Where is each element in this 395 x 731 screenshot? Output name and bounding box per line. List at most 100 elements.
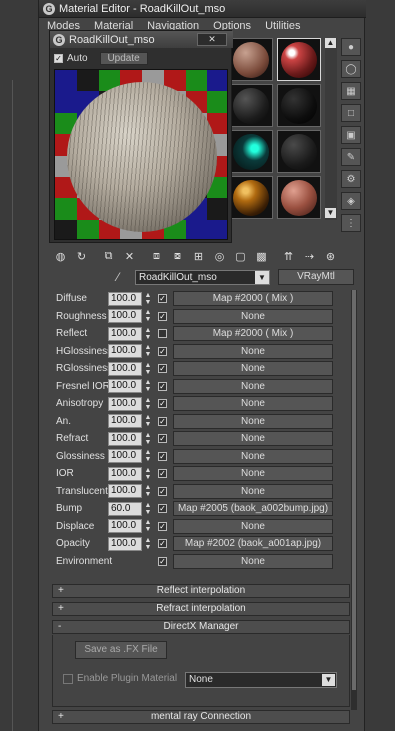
copy-material-icon[interactable]: ⧈: [147, 247, 166, 265]
spinner-icon[interactable]: ▲ ▼: [144, 484, 152, 498]
spinner-icon[interactable]: ▲ ▼: [144, 292, 152, 306]
plugin-material-select[interactable]: None ▼: [185, 672, 337, 688]
map-enable-checkbox[interactable]: ✓: [158, 311, 167, 321]
sample-slot[interactable]: [229, 130, 273, 173]
scroll-up-icon[interactable]: ▲: [325, 38, 336, 48]
sample-slot[interactable]: [277, 176, 321, 219]
sample-slot[interactable]: [277, 84, 321, 127]
amount-field[interactable]: 100.0: [108, 309, 142, 324]
save-fx-button[interactable]: Save as .FX File: [75, 641, 167, 659]
spinner-icon[interactable]: ▲ ▼: [144, 344, 152, 358]
material-id-icon[interactable]: ◎: [210, 247, 229, 265]
map-enable-checkbox[interactable]: ✓: [158, 451, 167, 461]
map-slot-button[interactable]: Map #2000 ( Mix ): [173, 326, 333, 342]
amount-field[interactable]: 100.0: [108, 361, 142, 376]
map-slot-button[interactable]: None: [173, 448, 333, 464]
show-end-result-icon[interactable]: ▩: [252, 247, 271, 265]
map-slot-button[interactable]: None: [173, 413, 333, 429]
scroll-thumb[interactable]: [352, 290, 356, 690]
amount-field[interactable]: 100.0: [108, 396, 142, 411]
background-checker-icon[interactable]: ▦: [341, 82, 361, 100]
spinner-icon[interactable]: ▲ ▼: [144, 397, 152, 411]
map-slot-button[interactable]: None: [173, 343, 333, 359]
assign-to-selection-icon[interactable]: ⧉: [99, 247, 118, 265]
menu-utilities[interactable]: Utilities: [265, 20, 300, 32]
material-navigator-icon[interactable]: ⋮: [341, 214, 361, 232]
map-slot-button[interactable]: None: [173, 308, 333, 324]
map-enable-checkbox[interactable]: ✓: [158, 469, 167, 479]
sample-slot[interactable]: [229, 176, 273, 219]
sample-slot[interactable]: [277, 130, 321, 173]
amount-field[interactable]: 100.0: [108, 291, 142, 306]
amount-field[interactable]: 100.0: [108, 466, 142, 481]
map-enable-checkbox[interactable]: ✓: [158, 504, 167, 514]
put-to-scene-icon[interactable]: ↻: [72, 247, 91, 265]
amount-field[interactable]: 100.0: [108, 326, 142, 341]
make-unique-icon[interactable]: ⧇: [168, 247, 187, 265]
material-name-field[interactable]: RoadKillOut_mso ▼: [135, 269, 270, 285]
make-preview-icon[interactable]: ✎: [341, 148, 361, 166]
map-slot-button[interactable]: None: [173, 466, 333, 482]
sample-slot[interactable]: [277, 38, 321, 81]
map-enable-checkbox[interactable]: ✓: [158, 346, 167, 356]
map-enable-checkbox[interactable]: ✓: [158, 399, 167, 409]
effects-channel-icon[interactable]: ⊛: [321, 247, 340, 265]
get-material-icon[interactable]: ◍: [51, 247, 70, 265]
amount-field[interactable]: 100.0: [108, 379, 142, 394]
select-by-material-icon[interactable]: ◈: [341, 192, 361, 210]
chevron-down-icon[interactable]: ▼: [322, 674, 335, 686]
amount-field[interactable]: 100.0: [108, 449, 142, 464]
sample-type-icon[interactable]: ●: [341, 38, 361, 56]
amount-field[interactable]: 100.0: [108, 344, 142, 359]
map-slot-button[interactable]: Map #2005 (baok_a002bump.jpg): [173, 501, 333, 517]
spinner-icon[interactable]: ▲ ▼: [144, 519, 152, 533]
material-type-button[interactable]: VRayMtl: [278, 269, 354, 285]
map-slot-button[interactable]: None: [173, 518, 333, 534]
show-map-icon[interactable]: ▢: [231, 247, 250, 265]
panel-scrollbar[interactable]: [351, 290, 357, 710]
rollout-mental-ray-connection[interactable]: + mental ray Connection: [52, 710, 350, 724]
map-enable-checkbox[interactable]: ✓: [158, 539, 167, 549]
video-color-check-icon[interactable]: ▣: [341, 126, 361, 144]
map-slot-button[interactable]: None: [173, 378, 333, 394]
rollout-refract-interpolation[interactable]: + Refract interpolation: [52, 602, 350, 616]
put-to-library-icon[interactable]: ⊞: [189, 247, 208, 265]
spinner-icon[interactable]: ▲ ▼: [144, 327, 152, 341]
rollout-reflect-interpolation[interactable]: + Reflect interpolation: [52, 584, 350, 598]
map-enable-checkbox[interactable]: ✓: [158, 294, 167, 304]
amount-field[interactable]: 100.0: [108, 519, 142, 534]
spinner-icon[interactable]: ▲ ▼: [144, 502, 152, 516]
map-slot-button[interactable]: None: [173, 361, 333, 377]
amount-field[interactable]: 100.0: [108, 536, 142, 551]
backlight-icon[interactable]: ◯: [341, 60, 361, 78]
go-forward-sibling-icon[interactable]: ⇢: [300, 247, 319, 265]
enable-plugin-checkbox[interactable]: [63, 673, 73, 684]
preview-title-bar[interactable]: G RoadKillOut_mso ✕: [50, 31, 233, 48]
map-slot-button[interactable]: None: [173, 483, 333, 499]
amount-field[interactable]: 100.0: [108, 431, 142, 446]
spinner-icon[interactable]: ▲ ▼: [144, 537, 152, 551]
eyedropper-icon[interactable]: ⁄: [117, 270, 131, 284]
map-slot-button[interactable]: None: [173, 553, 333, 569]
amount-field[interactable]: 100.0: [108, 414, 142, 429]
go-to-parent-icon[interactable]: ⇈: [279, 247, 298, 265]
spinner-icon[interactable]: ▲ ▼: [144, 432, 152, 446]
close-button[interactable]: ✕: [197, 33, 227, 46]
options-icon[interactable]: ⚙: [341, 170, 361, 188]
spinner-icon[interactable]: ▲ ▼: [144, 362, 152, 376]
update-button[interactable]: Update: [99, 52, 148, 65]
amount-field[interactable]: 60.0: [108, 501, 142, 516]
rollout-directx-manager[interactable]: - DirectX Manager: [52, 620, 350, 634]
map-enable-checkbox[interactable]: ✓: [158, 416, 167, 426]
map-slot-button[interactable]: None: [173, 431, 333, 447]
material-preview-window[interactable]: G RoadKillOut_mso ✕ ✓ Auto Update: [49, 30, 233, 243]
spinner-icon[interactable]: ▲ ▼: [144, 449, 152, 463]
sample-slot[interactable]: [229, 84, 273, 127]
amount-field[interactable]: 100.0: [108, 484, 142, 499]
spinner-icon[interactable]: ▲ ▼: [144, 467, 152, 481]
reset-map-icon[interactable]: ✕: [120, 247, 139, 265]
map-slot-button[interactable]: Map #2002 (baok_a001ap.jpg): [173, 536, 333, 552]
spinner-icon[interactable]: ▲ ▼: [144, 379, 152, 393]
map-enable-checkbox[interactable]: ✓: [158, 381, 167, 391]
map-enable-checkbox[interactable]: ✓: [158, 434, 167, 444]
